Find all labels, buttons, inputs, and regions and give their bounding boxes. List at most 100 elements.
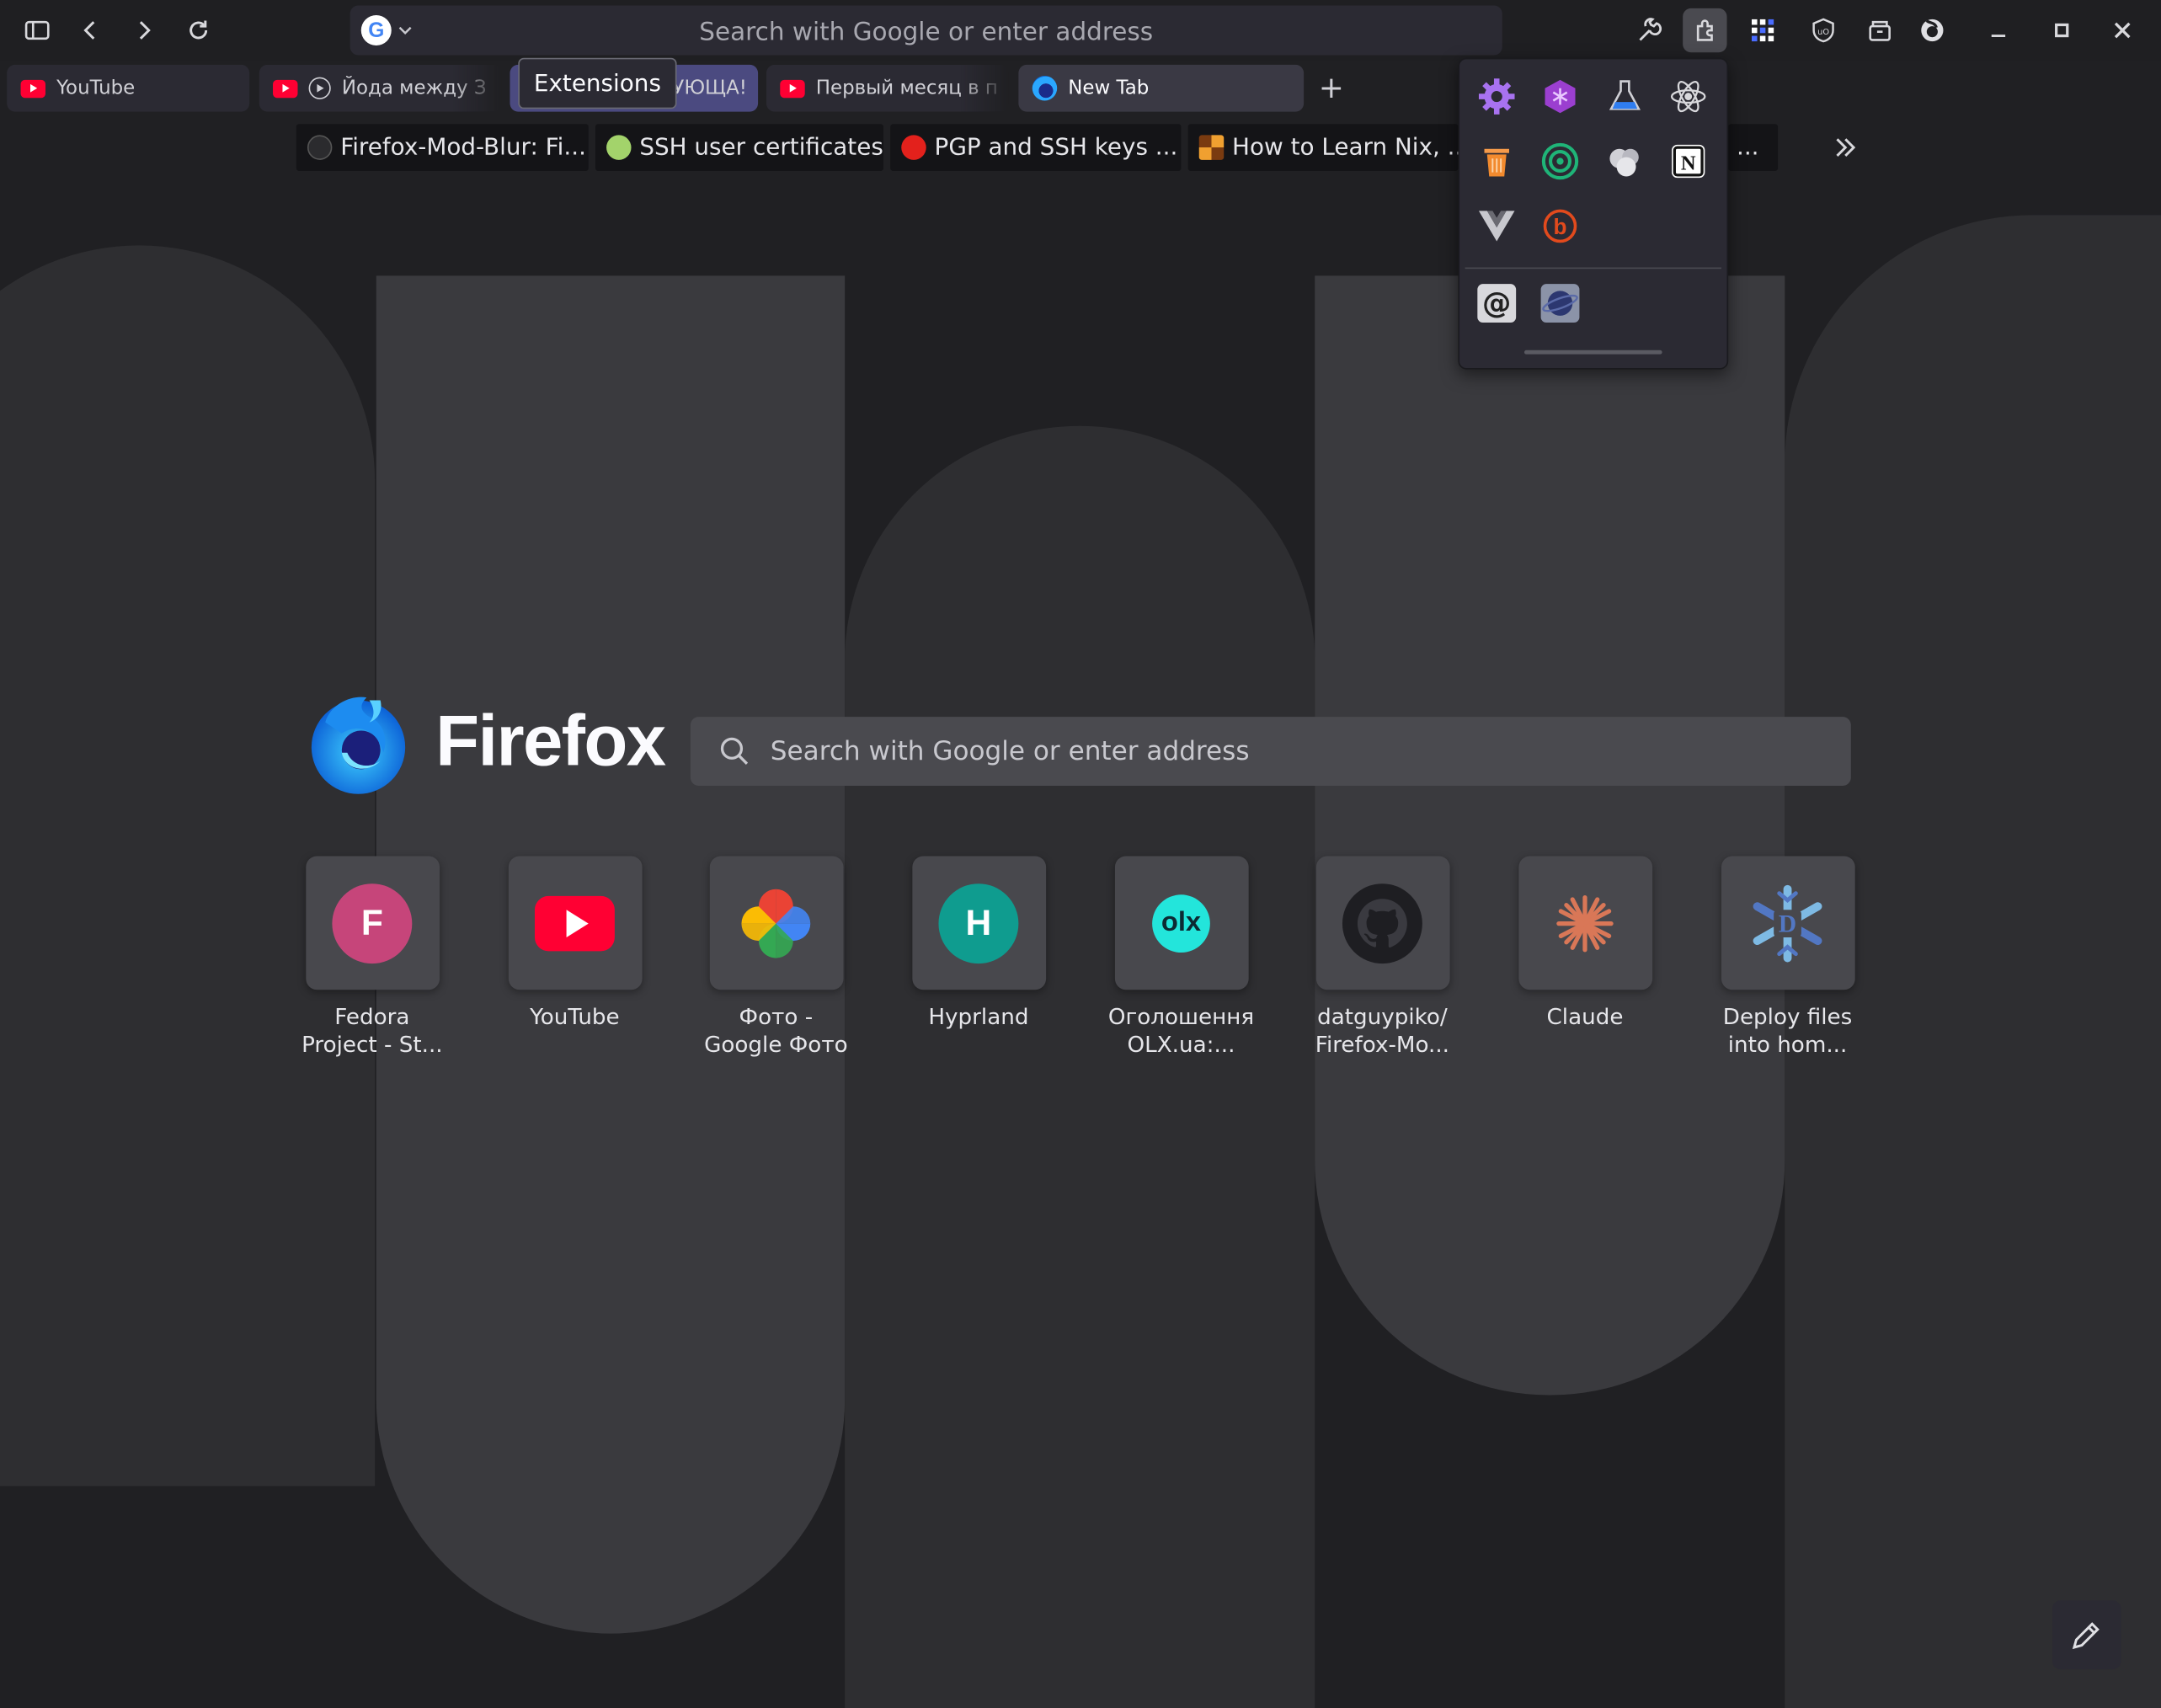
top-site-tile[interactable]: F <box>305 856 440 990</box>
top-site-youtube[interactable]: YouTube <box>492 856 657 1031</box>
target-extension-icon[interactable] <box>1539 141 1581 182</box>
github-icon <box>1342 883 1422 963</box>
pencil-icon <box>2072 1622 2100 1650</box>
bookmark-title: SSH user certificates <box>639 133 883 162</box>
chevrons-right-icon[interactable] <box>1828 130 1864 166</box>
customize-pencil-button[interactable] <box>2052 1600 2121 1670</box>
minimize-icon[interactable] <box>1977 8 2020 52</box>
wrench-icon[interactable] <box>1628 8 1672 52</box>
search-icon <box>720 737 749 765</box>
top-site-google-photos[interactable]: Фото - Google Фото <box>693 856 858 1059</box>
notion-extension-icon[interactable]: N <box>1667 141 1709 182</box>
panel-resize-grip[interactable] <box>1523 350 1662 355</box>
grid-extension-icon[interactable] <box>1741 8 1785 52</box>
tab-yoda[interactable]: Йода между З <box>259 64 502 112</box>
back-icon[interactable] <box>69 8 113 52</box>
fedora-letter-icon: F <box>332 883 413 963</box>
tab-title: New Tab <box>1068 77 1150 99</box>
top-site-label[interactable]: Фото - Google Фото <box>693 1004 858 1059</box>
youtube-logo-icon <box>534 895 615 951</box>
top-site-olx[interactable]: olx Оголошення OLX.ua:... <box>1098 856 1263 1059</box>
hero-search-placeholder[interactable]: Search with Google or enter address <box>771 736 1250 766</box>
tab-new-tab[interactable]: New Tab <box>1018 64 1305 112</box>
top-site-tile[interactable] <box>708 856 843 990</box>
close-icon[interactable] <box>2100 8 2144 52</box>
bookmark-title: How to Learn Nix, ... <box>1232 133 1459 162</box>
top-site-label[interactable]: datguypiko/ Firefox-Mo... <box>1299 1004 1465 1059</box>
tab-title: YouTube <box>56 77 136 99</box>
top-site-fedora[interactable]: F Fedora Project - St... <box>290 856 455 1059</box>
checker-favicon-icon <box>1198 135 1225 160</box>
svg-text:N: N <box>1681 152 1696 174</box>
top-site-label[interactable]: Deploy files into hom... <box>1705 1004 1870 1059</box>
container-icon[interactable] <box>1858 8 1902 52</box>
url-bar[interactable]: G Search with Google or enter address <box>349 5 1502 56</box>
tab-title: УЮЩА! <box>672 77 747 99</box>
nix-snowflake-icon: D <box>1753 884 1822 962</box>
bookmark-title: Firefox-Mod-Blur: Fi... <box>340 133 586 162</box>
new-tab-button[interactable]: + <box>1312 69 1351 108</box>
sidebar-icon[interactable] <box>15 8 59 52</box>
top-site-label[interactable]: Claude <box>1502 1004 1667 1032</box>
svg-text:D: D <box>1779 910 1796 937</box>
planet-extension-icon[interactable] <box>1539 283 1581 324</box>
top-site-tile[interactable] <box>508 856 642 990</box>
tab-youtube[interactable]: YouTube <box>7 64 250 112</box>
top-site-hyprland[interactable]: H Hyprland <box>896 856 1061 1031</box>
google-photos-icon <box>741 888 811 958</box>
top-site-tile[interactable] <box>1518 856 1652 990</box>
tab-first-month[interactable]: Первый месяц в п <box>766 64 1009 112</box>
tab-title: Первый месяц в п <box>815 77 998 99</box>
background-shape <box>845 425 1315 1708</box>
top-site-label[interactable]: YouTube <box>492 1004 657 1032</box>
top-site-tile[interactable] <box>1315 856 1449 990</box>
extensions-icon[interactable] <box>1683 8 1727 53</box>
github-icon <box>307 135 333 160</box>
bookmark-learn-nix[interactable]: How to Learn Nix, ... <box>1187 124 1459 171</box>
extensions-panel: N b @ <box>1458 57 1729 370</box>
top-site-tile[interactable]: H <box>911 856 1046 990</box>
top-site-nixos[interactable]: D Deploy files into hom... <box>1705 856 1870 1059</box>
bookmark-overflow[interactable]: ... <box>1728 124 1779 171</box>
bookmark-pgp-ssh[interactable]: PGP and SSH keys ... <box>890 124 1182 171</box>
firefox-logo-icon <box>306 692 410 797</box>
firefox-favicon-icon <box>1032 76 1058 101</box>
forward-icon[interactable] <box>121 8 165 52</box>
olx-logo-icon: olx <box>1152 894 1210 953</box>
reload-icon[interactable] <box>176 8 220 52</box>
top-site-label[interactable]: Hyprland <box>896 1004 1061 1032</box>
top-site-claude[interactable]: Claude <box>1502 856 1667 1031</box>
trash-extension-icon[interactable] <box>1476 141 1518 182</box>
top-site-github[interactable]: datguypiko/ Firefox-Mo... <box>1299 856 1465 1059</box>
bookmark-firefox-mod-blur[interactable]: Firefox-Mod-Blur: Fi... <box>296 124 589 171</box>
nav-toolbar: G Search with Google or enter address uO <box>0 0 2161 61</box>
vue-extension-icon[interactable] <box>1476 204 1518 245</box>
firefox-window: G Search with Google or enter address uO <box>0 0 2161 1708</box>
hexagon-extension-icon[interactable] <box>1539 76 1581 117</box>
at-sign-extension-icon[interactable]: @ <box>1476 283 1518 324</box>
maximize-icon[interactable] <box>2040 8 2084 52</box>
tab-title: Йода между З <box>341 77 487 99</box>
youtube-favicon-icon <box>780 79 805 98</box>
url-placeholder[interactable]: Search with Google or enter address <box>350 18 1502 46</box>
gear-extension-icon[interactable] <box>1476 76 1518 117</box>
svg-text:b: b <box>1554 214 1567 239</box>
react-extension-icon[interactable] <box>1667 76 1709 117</box>
top-site-label[interactable]: Fedora Project - St... <box>290 1004 455 1059</box>
playing-icon[interactable] <box>308 77 331 99</box>
svg-text:@: @ <box>1482 287 1511 321</box>
youtube-favicon-icon <box>20 79 46 98</box>
hero-search-bar[interactable]: Search with Google or enter address <box>690 717 1851 786</box>
hyprland-letter-icon: H <box>938 883 1019 963</box>
ublock-icon[interactable]: uO <box>1801 8 1845 52</box>
cloud-extension-icon[interactable] <box>1604 141 1646 182</box>
bookmark-title: PGP and SSH keys ... <box>934 133 1178 162</box>
top-site-tile[interactable]: D <box>1721 856 1854 990</box>
bookmark-ssh-certificates[interactable]: SSH user certificates <box>595 124 883 171</box>
firefox-account-icon[interactable] <box>1910 8 1954 52</box>
top-site-tile[interactable]: olx <box>1114 856 1248 990</box>
flask-extension-icon[interactable] <box>1604 76 1646 117</box>
top-site-label[interactable]: Оголошення OLX.ua:... <box>1098 1004 1263 1059</box>
b-extension-icon[interactable]: b <box>1539 204 1581 245</box>
bookmark-title: ... <box>1736 133 1759 162</box>
